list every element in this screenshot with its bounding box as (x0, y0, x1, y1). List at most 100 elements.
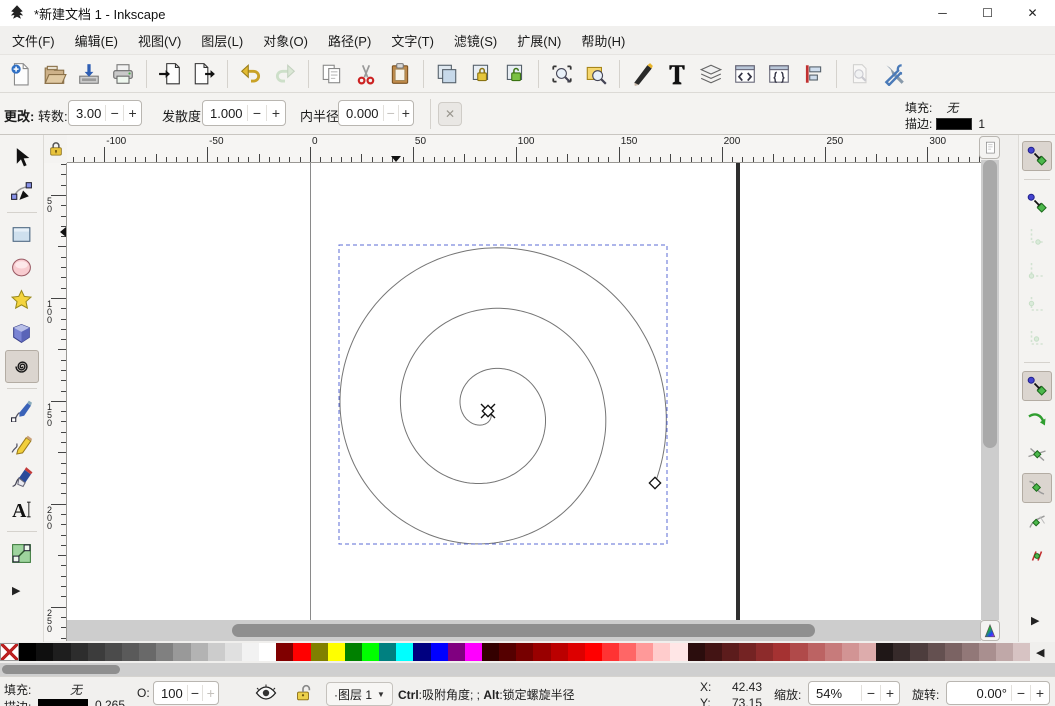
palette-swatch[interactable] (104, 643, 122, 661)
canvas[interactable] (67, 163, 981, 620)
menu-item[interactable]: 文件(F) (2, 26, 65, 54)
rotation-plus-button[interactable]: + (1030, 685, 1049, 701)
palette-swatch[interactable] (739, 643, 757, 661)
snap-bbox-corners-button[interactable] (1022, 256, 1052, 286)
cms-adjust-button[interactable] (979, 136, 1000, 159)
palette-swatch[interactable] (704, 643, 722, 661)
option-minus-button[interactable]: − (247, 105, 266, 121)
menu-item[interactable]: 图层(L) (191, 26, 253, 54)
pen-tool-button[interactable] (5, 394, 39, 427)
zoom-to-selection-button[interactable] (545, 58, 579, 90)
menu-item[interactable]: 视图(V) (128, 26, 191, 54)
option-spinbox[interactable]: 1.000− + (202, 100, 286, 126)
zoom-value[interactable]: 54% (809, 686, 861, 701)
palette-swatch[interactable] (87, 643, 105, 661)
opacity-value[interactable]: 100 (154, 686, 187, 701)
rectangle-tool-button[interactable] (5, 218, 39, 251)
text-dialog-button[interactable] (660, 58, 694, 90)
horizontal-scrollbar-thumb[interactable] (232, 624, 815, 637)
palette-swatch[interactable] (876, 643, 894, 661)
palette-swatch[interactable] (19, 643, 37, 661)
duplicate-button[interactable] (430, 58, 464, 90)
layers-dialog-button[interactable] (694, 58, 728, 90)
palette-swatch[interactable] (550, 643, 568, 661)
print-document-button[interactable] (106, 58, 140, 90)
palette-swatch[interactable] (396, 643, 414, 661)
palette-swatch[interactable] (927, 643, 945, 661)
option-value[interactable]: 3.00 (69, 106, 105, 121)
menu-item[interactable]: 帮助(H) (571, 26, 635, 54)
palette-swatch[interactable] (996, 643, 1014, 661)
palette-swatch[interactable] (344, 643, 362, 661)
snap-toolbar-expander-icon[interactable]: ▶ (1031, 614, 1039, 627)
export-png-button[interactable] (187, 58, 221, 90)
option-plus-button[interactable]: + (266, 105, 285, 121)
menu-item[interactable]: 滤镜(S) (444, 26, 507, 54)
palette-swatch[interactable] (859, 643, 877, 661)
fill-value[interactable]: 无 (946, 99, 958, 116)
palette-swatch[interactable] (464, 643, 482, 661)
snap-to-paths-button[interactable] (1022, 405, 1052, 435)
palette-swatch[interactable] (773, 643, 791, 661)
palette-swatch[interactable] (670, 643, 688, 661)
palette-swatch[interactable] (190, 643, 208, 661)
palette-swatch[interactable] (310, 643, 328, 661)
stroke-color-swatch[interactable] (936, 117, 973, 130)
snap-bbox-centers-button[interactable] (1022, 324, 1052, 354)
menu-item[interactable]: 编辑(E) (65, 26, 128, 54)
option-value[interactable]: 0.000 (339, 106, 383, 121)
statusbar-stroke-value[interactable]: 0.265 (95, 698, 125, 706)
create-clone-button[interactable] (464, 58, 498, 90)
palette-swatch[interactable] (430, 643, 448, 661)
palette-swatch[interactable] (567, 643, 585, 661)
vertical-scrollbar-thumb[interactable] (983, 160, 997, 448)
box-3d-tool-button[interactable] (5, 317, 39, 350)
zoom-minus-button[interactable]: − (861, 685, 880, 701)
palette-swatch[interactable] (653, 643, 671, 661)
new-document-button[interactable] (4, 58, 38, 90)
palette-swatch[interactable] (259, 643, 277, 661)
snap-nodes-button[interactable] (1022, 371, 1052, 401)
palette-swatch-none[interactable] (0, 643, 20, 661)
palette-scrollbar-thumb[interactable] (2, 665, 120, 674)
pencil-tool-button[interactable] (5, 427, 39, 460)
node-tool-button[interactable] (5, 174, 39, 207)
color-managed-display-button[interactable] (980, 620, 1000, 641)
layer-visibility-button[interactable] (253, 681, 279, 704)
palette-swatch[interactable] (207, 643, 225, 661)
palette-swatch[interactable] (327, 643, 345, 661)
statusbar-fill-value[interactable]: 无 (70, 681, 82, 698)
option-value[interactable]: 1.000 (203, 106, 247, 121)
spiral-center-handle[interactable] (480, 403, 496, 419)
snap-bbox-edges-button[interactable] (1022, 222, 1052, 252)
palette-swatch[interactable] (379, 643, 397, 661)
copy-button[interactable] (315, 58, 349, 90)
align-distribute-dialog-button[interactable] (796, 58, 830, 90)
palette-swatch[interactable] (241, 643, 260, 661)
maximize-button[interactable]: ☐ (965, 0, 1010, 26)
cut-button[interactable] (349, 58, 383, 90)
spiral-radius-handle[interactable] (648, 476, 662, 490)
open-document-button[interactable] (38, 58, 72, 90)
rotation-spinbox[interactable]: 0.00° − + (946, 681, 1050, 705)
palette-swatch[interactable] (721, 643, 740, 661)
spiral-tool-button[interactable] (4, 350, 39, 383)
palette-swatch[interactable] (790, 643, 808, 661)
ellipse-tool-button[interactable] (5, 251, 39, 284)
zoom-plus-button[interactable]: + (880, 685, 899, 701)
palette-swatch[interactable] (807, 643, 825, 661)
palette-swatch[interactable] (687, 643, 705, 661)
palette-swatch[interactable] (276, 643, 294, 661)
menu-item[interactable]: 路径(P) (318, 26, 381, 54)
snap-cusp-nodes-button[interactable] (1022, 473, 1052, 503)
stroke-width-value[interactable]: 1 (978, 117, 985, 131)
preferences-button[interactable] (877, 58, 911, 90)
spiral-path[interactable] (339, 247, 667, 545)
minimize-button[interactable]: ─ (920, 0, 965, 26)
palette-swatch[interactable] (910, 643, 928, 661)
palette-swatch[interactable] (139, 643, 157, 661)
statusbar-stroke-swatch[interactable] (38, 699, 88, 706)
palette-swatch[interactable] (173, 643, 191, 661)
palette-swatch[interactable] (499, 643, 517, 661)
option-spinbox[interactable]: 0.000− + (338, 100, 414, 126)
